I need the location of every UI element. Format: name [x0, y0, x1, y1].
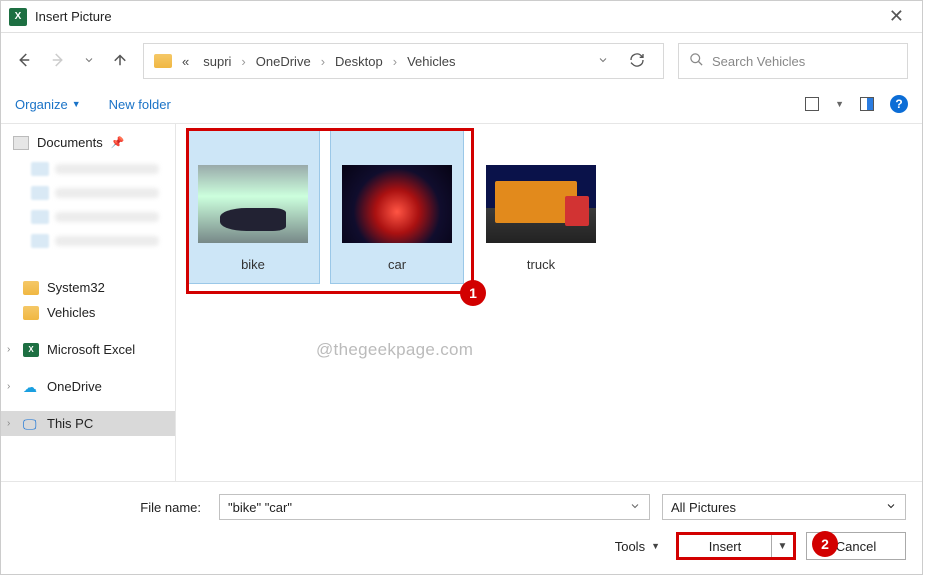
document-icon: [13, 136, 29, 150]
expander-icon[interactable]: ›: [7, 344, 10, 355]
sidebar-system32[interactable]: System32: [1, 275, 175, 300]
cloud-icon: ☁: [23, 380, 39, 394]
thumbnail: [486, 165, 596, 243]
breadcrumb-prefix: «: [178, 54, 193, 69]
new-folder-button[interactable]: New folder: [109, 97, 171, 112]
breadcrumb-seg[interactable]: supri: [199, 54, 235, 69]
up-button[interactable]: [111, 51, 129, 72]
organize-label: Organize: [15, 97, 68, 112]
breadcrumb-seg[interactable]: Vehicles: [403, 54, 459, 69]
thumbnail: [198, 165, 308, 243]
file-list-pane[interactable]: 1 bike car truck @thegeekpage.com: [176, 124, 922, 481]
monitor-icon: 🖵: [23, 417, 39, 431]
sidebar-item-label: Vehicles: [47, 305, 95, 320]
chevron-right-icon: ›: [241, 54, 245, 69]
insert-label: Insert: [679, 539, 771, 554]
help-button[interactable]: ?: [890, 95, 908, 113]
organize-menu[interactable]: Organize ▼: [15, 97, 81, 112]
search-placeholder: Search Vehicles: [712, 54, 805, 69]
pin-icon: 📌: [111, 136, 125, 149]
breadcrumb-seg[interactable]: OneDrive: [252, 54, 315, 69]
file-name-value: "bike" "car": [228, 500, 292, 515]
sidebar-this-pc[interactable]: › 🖵 This PC: [1, 411, 175, 436]
back-button[interactable]: [15, 51, 33, 72]
file-name-label: car: [388, 257, 406, 272]
file-item-truck[interactable]: truck: [474, 130, 608, 284]
insert-button[interactable]: Insert ▼: [676, 532, 796, 560]
watermark-text: @thegeekpage.com: [316, 340, 473, 360]
preview-pane-toggle[interactable]: [860, 97, 874, 111]
nav-bar: « supri › OneDrive › Desktop › Vehicles …: [1, 33, 922, 89]
cancel-label: Cancel: [836, 539, 876, 554]
chevron-down-icon: ▼: [651, 541, 660, 551]
recent-dropdown[interactable]: [83, 54, 95, 69]
sidebar-item-label: Microsoft Excel: [47, 342, 135, 357]
window-title: Insert Picture: [35, 9, 879, 24]
bottom-panel: File name: "bike" "car" All Pictures Too…: [1, 481, 922, 574]
breadcrumb-seg[interactable]: Desktop: [331, 54, 387, 69]
navigation-pane: Documents 📌 System32 Vehicles › X Micros…: [1, 124, 176, 481]
search-box[interactable]: Search Vehicles: [678, 43, 908, 79]
toolbar: Organize ▼ New folder ▼ ?: [1, 89, 922, 124]
file-item-car[interactable]: car: [330, 130, 464, 284]
breadcrumb-dropdown[interactable]: [591, 54, 615, 69]
folder-icon: [154, 54, 172, 68]
nav-arrows: [15, 51, 129, 72]
chevron-right-icon: ›: [321, 54, 325, 69]
file-type-filter[interactable]: All Pictures: [662, 494, 906, 520]
tools-menu[interactable]: Tools ▼: [615, 539, 660, 554]
excel-icon: X: [23, 343, 39, 357]
new-folder-label: New folder: [109, 97, 171, 112]
sidebar-item-label: Documents: [37, 135, 103, 150]
file-name-label: truck: [527, 257, 555, 272]
insert-dropdown[interactable]: ▼: [771, 535, 793, 557]
expander-icon[interactable]: ›: [7, 418, 10, 429]
view-large-icon[interactable]: [805, 97, 819, 111]
file-item-bike[interactable]: bike: [186, 130, 320, 284]
title-bar: X Insert Picture ✕: [1, 1, 922, 33]
folder-icon: [23, 281, 39, 295]
sidebar-documents[interactable]: Documents 📌: [1, 130, 175, 155]
chevron-down-icon: [885, 500, 897, 515]
file-name-label: bike: [241, 257, 265, 272]
content-area: Documents 📌 System32 Vehicles › X Micros…: [1, 124, 922, 481]
chevron-right-icon: ›: [393, 54, 397, 69]
forward-button[interactable]: [49, 51, 67, 72]
file-name-label: File name:: [17, 500, 207, 515]
sidebar-blurred-item: [31, 183, 159, 203]
chevron-down-icon[interactable]: [629, 500, 641, 515]
sidebar-onedrive[interactable]: › ☁ OneDrive: [1, 374, 175, 399]
tools-label: Tools: [615, 539, 645, 554]
sidebar-blurred-item: [31, 231, 159, 251]
search-icon: [689, 52, 704, 70]
annotation-badge-2: 2: [812, 531, 838, 557]
sidebar-excel[interactable]: › X Microsoft Excel: [1, 337, 175, 362]
close-button[interactable]: ✕: [879, 6, 914, 27]
view-dropdown[interactable]: ▼: [835, 99, 844, 109]
breadcrumb-bar[interactable]: « supri › OneDrive › Desktop › Vehicles: [143, 43, 664, 79]
thumbnail: [342, 165, 452, 243]
filter-label: All Pictures: [671, 500, 736, 515]
folder-icon: [23, 306, 39, 320]
sidebar-item-label: OneDrive: [47, 379, 102, 394]
sidebar-item-label: System32: [47, 280, 105, 295]
sidebar-vehicles[interactable]: Vehicles: [1, 300, 175, 325]
annotation-badge-1: 1: [460, 280, 486, 306]
chevron-down-icon: ▼: [72, 99, 81, 109]
refresh-button[interactable]: [621, 52, 653, 71]
sidebar-blurred-item: [31, 159, 159, 179]
sidebar-blurred-item: [31, 207, 159, 227]
excel-icon: X: [9, 8, 27, 26]
expander-icon[interactable]: ›: [7, 381, 10, 392]
insert-picture-dialog: X Insert Picture ✕ « supri › OneDrive ›: [0, 0, 923, 575]
sidebar-item-label: This PC: [47, 416, 93, 431]
file-name-input[interactable]: "bike" "car": [219, 494, 650, 520]
